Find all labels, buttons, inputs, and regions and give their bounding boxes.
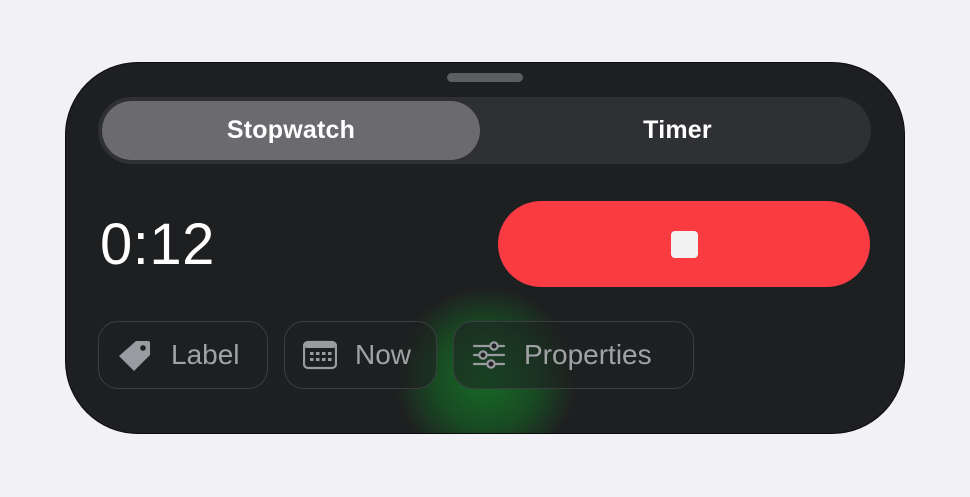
tab-timer[interactable]: Timer [488,101,867,160]
label-chip-text: Label [171,339,240,370]
mode-segmented-control: Stopwatch Timer [98,97,871,164]
stopwatch-panel: Stopwatch Timer 0:12 Label Now Propertie… [66,63,904,433]
drag-handle[interactable] [447,73,523,82]
tag-icon [117,337,153,373]
stop-icon [670,230,698,258]
now-chip[interactable]: Now [284,321,437,389]
tab-stopwatch[interactable]: Stopwatch [102,101,480,160]
properties-chip-text: Properties [524,339,652,370]
calendar-icon [303,340,337,370]
sliders-icon [472,340,506,370]
stop-button[interactable] [498,201,870,287]
label-chip[interactable]: Label [98,321,268,389]
elapsed-time: 0:12 [100,212,215,277]
background-card: Stopwatch Timer 0:12 Label Now Propertie… [0,0,970,497]
now-chip-text: Now [355,339,412,370]
properties-chip[interactable]: Properties [453,321,694,389]
